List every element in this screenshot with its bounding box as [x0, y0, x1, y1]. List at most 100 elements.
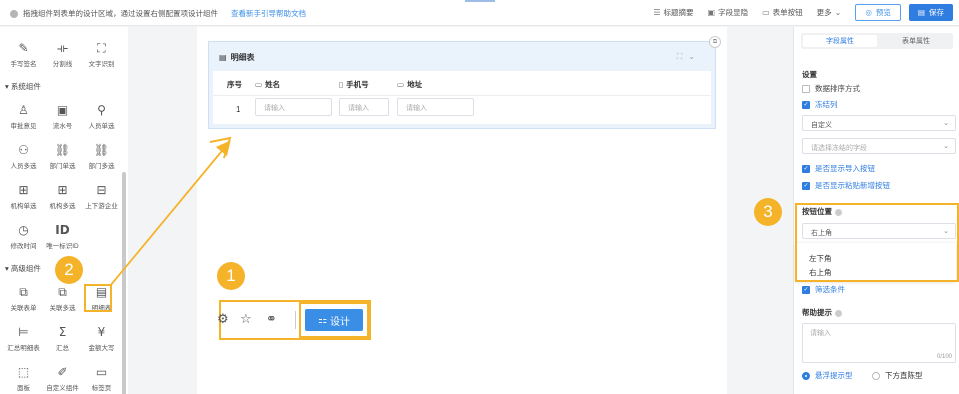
component-ocr[interactable]: ⛶ 文字识别 [82, 39, 121, 69]
component-approval[interactable]: ♙ 审批意见 [4, 101, 43, 130]
more-menu[interactable]: 更多 ⌄ [817, 7, 842, 18]
component-panel-box[interactable]: ⬚ 面板 [4, 363, 43, 392]
component-amount-upper[interactable]: ¥ 金额大写 [82, 323, 121, 352]
design-icon: ⚏ [318, 314, 327, 326]
field-hide-icon: ▣ [707, 8, 716, 17]
panel-icon: ⬚ [17, 365, 30, 379]
help-icon [835, 309, 842, 317]
tree-icon: ⊞ [18, 183, 29, 197]
save-button[interactable]: ▤ 保存 [908, 4, 953, 21]
design-hint: 拖拽组件到表单的设计区域，通过设置右侧配置项设计组件 查看新手引导帮助文档 [10, 8, 306, 19]
chevron-down-icon: ⌄ [943, 142, 949, 150]
radio-below-tip[interactable]: 下方直陈型 [872, 370, 923, 381]
save-icon: ▤ [917, 8, 925, 17]
radio-float-tip[interactable]: 悬浮提示型 [802, 370, 853, 381]
help-tip-textarea[interactable]: 请输入 0/100 [802, 323, 956, 363]
checked-icon: ✓ [802, 181, 810, 190]
component-unique-id[interactable]: ID 唯一标识ID [43, 221, 82, 250]
preview-button[interactable]: ◎ 预览 [855, 4, 901, 21]
property-tabs: 字段属性 表单属性 [801, 33, 953, 49]
tab-form-props[interactable]: 表单属性 [879, 33, 953, 49]
custom-icon: ✐ [57, 365, 68, 379]
chevron-down-icon: ⌄ [943, 119, 949, 127]
summary-button[interactable]: ☰ 标题摘要 [653, 7, 693, 18]
section-advanced[interactable]: ▾ 高级组件 [5, 263, 41, 274]
col-name: ▭ 姓名 [255, 80, 281, 89]
help-tip-label: 帮助提示 [802, 307, 842, 318]
design-button[interactable]: ⚏ 设计 [305, 309, 363, 331]
eye-icon: ◎ [865, 8, 872, 17]
field-visibility-button[interactable]: ▣ 字段显隐 [708, 7, 749, 18]
col-phone: ▯ 手机号 [339, 80, 369, 89]
section-system[interactable]: ▾ 系统组件 [5, 81, 41, 92]
component-divider[interactable]: ⟛ 分割线 [43, 39, 82, 69]
link-multi-icon: ⧉ [58, 284, 67, 299]
detail-table-card[interactable]: ⧉ ▤ 明细表 ⛶⌄ 序号 ▭ 姓名 ▯ 手机号 ▭ 地址 1 请输入 请输入 请输入 [208, 36, 721, 129]
col-index: 序号 [227, 80, 242, 89]
table-icon: ▤ [219, 53, 227, 62]
gear-icon[interactable]: ⚙ [217, 312, 229, 327]
info-icon [10, 9, 18, 18]
component-org-single[interactable]: ⊞ 机构单选 [4, 181, 43, 210]
component-related-form[interactable]: ⧉ 关联表单 [4, 283, 43, 313]
sigma-icon: Σ [58, 325, 67, 339]
component-org-multi[interactable]: ⊞ 机构多选 [43, 181, 82, 210]
help-doc-link[interactable]: 查看新手引导帮助文档 [231, 8, 306, 19]
id-icon: ID [55, 223, 70, 237]
show-import-checkbox[interactable]: ✓ 是否显示导入按钮 [802, 163, 875, 174]
component-dept-single[interactable]: ⛓ 部门单选 [43, 141, 82, 170]
tree-multi-icon: ⊞ [57, 183, 68, 197]
address-icon: ▭ [397, 80, 405, 89]
freeze-field-select[interactable]: 请选择冻结的字段 ⌄ [802, 138, 956, 154]
component-user-single[interactable]: ⚲ 人员单选 [82, 101, 121, 130]
left-scrollbar[interactable] [122, 172, 126, 394]
show-paste-checkbox[interactable]: ✓ 是否显示粘贴新增按钮 [802, 180, 890, 191]
component-sum[interactable]: Σ 汇总 [43, 323, 82, 352]
component-modified-time[interactable]: ◷ 修改时间 [4, 221, 43, 250]
filter-checkbox[interactable]: ✓ 筛选条件 [802, 284, 845, 295]
name-input[interactable]: 请输入 [255, 98, 332, 116]
component-summary-table[interactable]: ⊨ 汇总明细表 [4, 323, 43, 352]
copy-icon[interactable]: ⧉ [709, 36, 721, 48]
clock-icon: ◷ [18, 223, 29, 237]
divider-icon: ⟛ [57, 40, 68, 55]
component-upstream[interactable]: ⊟ 上下游企业 [82, 181, 121, 210]
table-title: 明细表 [230, 53, 255, 62]
checkbox-icon [802, 84, 810, 93]
top-toolbar: 拖拽组件到表单的设计区域，通过设置右侧配置项设计组件 查看新手引导帮助文档 ☰ 标… [0, 0, 959, 26]
ocr-icon: ⛶ [97, 40, 106, 55]
step-badge-2: 2 [55, 256, 83, 284]
hint-text: 拖拽组件到表单的设计区域，通过设置右侧配置项设计组件 [23, 9, 218, 18]
component-user-multi[interactable]: ⚇ 人员多选 [4, 141, 43, 170]
tabs-icon: ▭ [95, 365, 108, 379]
tab-field-props[interactable]: 字段属性 [803, 35, 877, 47]
settings-heading: 设置 [802, 70, 817, 79]
component-panel: ✎ 手写签名 ⟛ 分割线 ⛶ 文字识别 ▾ 系统组件 ♙ 审批意见 ▣ 流水号 ⚲ 人员单选… [0, 27, 128, 394]
data-sort-checkbox[interactable]: 数据排序方式 [802, 83, 860, 94]
phone-input[interactable]: 请输入 [339, 98, 389, 116]
org-icon: ⛓ [54, 143, 71, 157]
enterprise-icon: ⊟ [96, 183, 107, 197]
component-related-multi[interactable]: ⧉ 关联多选 [43, 283, 82, 313]
serial-icon: ▣ [56, 103, 69, 117]
link-form-icon: ⧉ [19, 284, 28, 299]
handwrite-icon: ✎ [18, 41, 29, 55]
component-handwrite[interactable]: ✎ 手写签名 [4, 39, 43, 68]
form-button-icon: ▭ [762, 8, 770, 17]
highlight-button-position [795, 203, 959, 282]
detail-table: 序号 ▭ 姓名 ▯ 手机号 ▭ 地址 1 请输入 请输入 请输入 [213, 71, 711, 124]
expand-collapse-icon[interactable]: ⛶⌄ [677, 52, 701, 62]
form-buttons-button[interactable]: ▭ 表单按钮 [762, 7, 803, 18]
component-dept-multi[interactable]: ⛓ 部门多选 [82, 141, 121, 170]
freeze-col-checkbox[interactable]: ✓ 冻结列 [802, 99, 838, 110]
component-tabs[interactable]: ▭ 标签页 [82, 363, 121, 392]
link-icon[interactable]: ⚭ [266, 312, 277, 327]
freeze-mode-select[interactable]: 自定义 ⌄ [802, 115, 956, 131]
chevron-down-icon: ⌄ [834, 8, 842, 17]
component-custom[interactable]: ✐ 自定义组件 [43, 363, 82, 392]
component-toolbar: ⚙ ☆ ⚭ ⚏ 设计 [217, 300, 371, 340]
component-serial[interactable]: ▣ 流水号 [43, 101, 82, 130]
star-icon[interactable]: ☆ [240, 312, 252, 327]
address-input[interactable]: 请输入 [397, 98, 474, 116]
org-multi-icon: ⛓ [93, 143, 110, 157]
